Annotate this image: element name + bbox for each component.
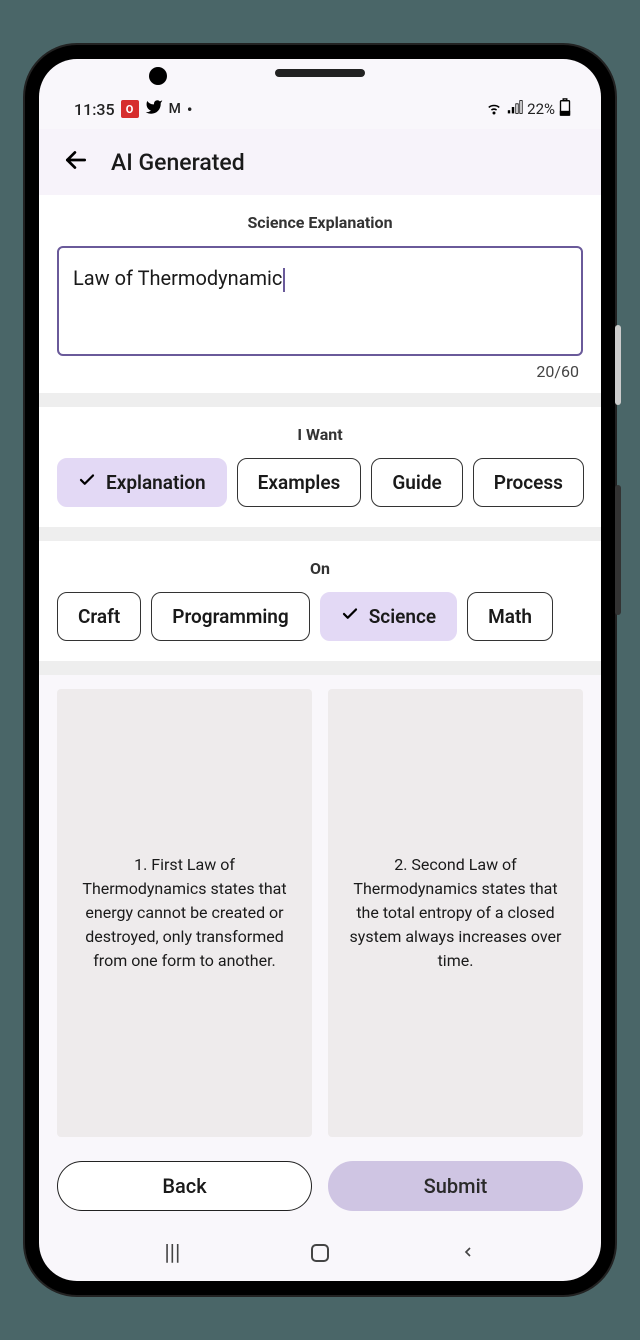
- recents-button[interactable]: |||: [164, 1241, 180, 1266]
- chip-label: Programming: [172, 605, 288, 628]
- chip-math[interactable]: Math: [467, 592, 553, 641]
- chip-explanation[interactable]: Explanation: [57, 458, 227, 507]
- input-label: Science Explanation: [39, 195, 601, 246]
- chip-label: Math: [488, 605, 532, 628]
- check-icon: [341, 605, 359, 628]
- text-cursor: [283, 268, 285, 292]
- want-label: I Want: [39, 407, 601, 458]
- chip-science[interactable]: Science: [320, 592, 457, 641]
- opera-icon: O: [121, 100, 139, 118]
- on-section: On Craft Programming Science Math: [39, 541, 601, 661]
- result-card-2[interactable]: 2. Second Law of Thermodynamics states t…: [328, 689, 583, 1137]
- submit-button-label: Submit: [424, 1174, 488, 1198]
- android-back-button[interactable]: [460, 1241, 476, 1266]
- status-bar: 11:35 O M • 22%: [39, 89, 601, 129]
- app-header: AI Generated: [39, 129, 601, 195]
- power-button: [615, 325, 621, 405]
- results-area: 1. First Law of Thermodynamics states th…: [39, 675, 601, 1151]
- status-left: 11:35 O M •: [74, 98, 192, 120]
- battery-icon: [559, 98, 571, 120]
- chip-programming[interactable]: Programming: [151, 592, 309, 641]
- gmail-icon: M: [169, 101, 181, 117]
- want-chips: Explanation Examples Guide Process: [39, 458, 601, 527]
- result-text: 2. Second Law of Thermodynamics states t…: [346, 853, 565, 973]
- result-card-1[interactable]: 1. First Law of Thermodynamics states th…: [57, 689, 312, 1137]
- on-label: On: [39, 541, 601, 592]
- submit-button[interactable]: Submit: [328, 1161, 583, 1211]
- chip-label: Process: [494, 471, 563, 494]
- signal-icon: [507, 99, 523, 119]
- android-nav-bar: |||: [39, 1225, 601, 1281]
- front-camera: [149, 67, 167, 85]
- chip-label: Craft: [78, 605, 120, 628]
- screen: 11:35 O M • 22%: [39, 59, 601, 1281]
- check-icon: [78, 471, 96, 494]
- result-text: 1. First Law of Thermodynamics states th…: [75, 853, 294, 973]
- chip-examples[interactable]: Examples: [237, 458, 362, 507]
- back-button-label: Back: [162, 1174, 206, 1198]
- on-chips: Craft Programming Science Math: [39, 592, 601, 661]
- want-section: I Want Explanation Examples Guide Proces…: [39, 407, 601, 527]
- divider: [39, 393, 601, 407]
- status-time: 11:35: [74, 100, 115, 119]
- back-arrow-icon[interactable]: [63, 147, 89, 177]
- notch: [39, 59, 601, 89]
- dot-icon: •: [187, 100, 193, 119]
- chip-label: Science: [369, 605, 436, 628]
- chip-label: Examples: [258, 471, 341, 494]
- chip-craft[interactable]: Craft: [57, 592, 141, 641]
- char-counter: 20/60: [39, 356, 601, 393]
- wifi-icon: [485, 98, 503, 120]
- input-section: Science Explanation Law of Thermodynamic…: [39, 195, 601, 393]
- page-title: AI Generated: [111, 149, 245, 176]
- bottom-buttons: Back Submit: [39, 1151, 601, 1225]
- chip-label: Guide: [392, 471, 441, 494]
- topic-input-value: Law of Thermodynamic: [73, 266, 282, 290]
- twitter-icon: [145, 98, 163, 120]
- divider: [39, 661, 601, 675]
- battery-text: 22%: [527, 100, 555, 118]
- chip-label: Explanation: [106, 471, 206, 494]
- back-button[interactable]: Back: [57, 1161, 312, 1211]
- phone-frame: 11:35 O M • 22%: [25, 45, 615, 1295]
- topic-input[interactable]: Law of Thermodynamic: [57, 246, 583, 356]
- volume-button: [615, 485, 621, 615]
- chip-guide[interactable]: Guide: [371, 458, 462, 507]
- speaker: [275, 69, 365, 77]
- home-button[interactable]: [311, 1244, 329, 1262]
- status-right: 22%: [485, 98, 571, 120]
- divider: [39, 527, 601, 541]
- chip-process[interactable]: Process: [473, 458, 584, 507]
